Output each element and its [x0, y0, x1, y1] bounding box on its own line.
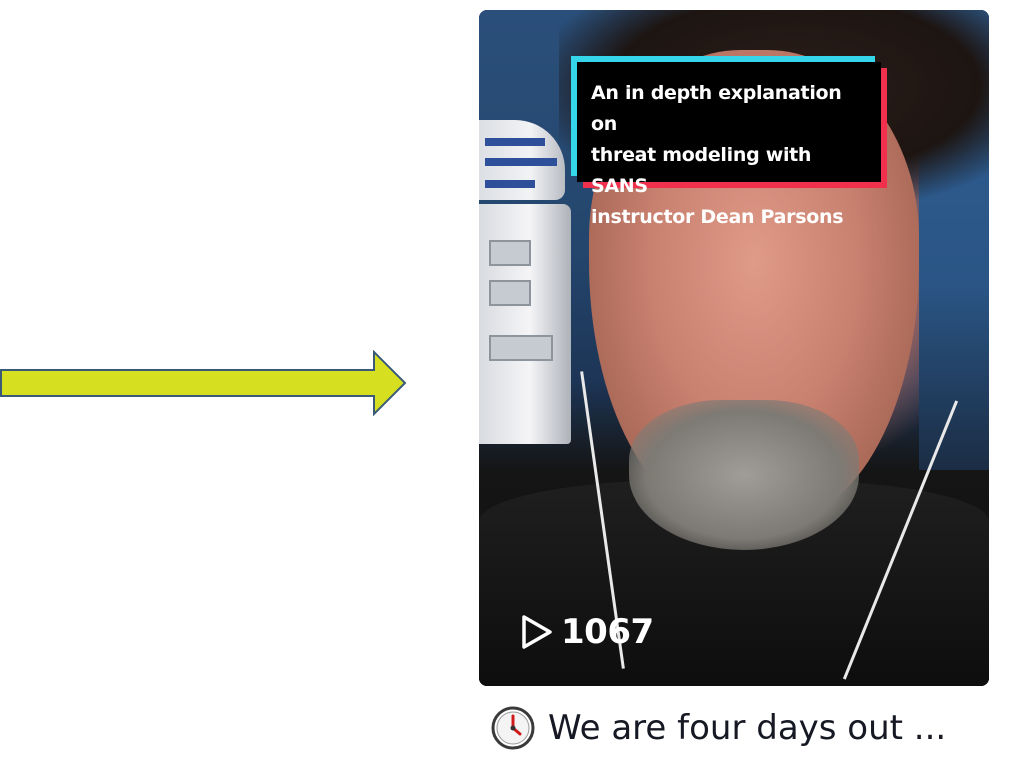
view-count-number: 1067: [561, 612, 654, 652]
stopwatch-icon: [491, 706, 535, 750]
play-outline-icon: [522, 615, 552, 649]
video-title-text: We are four days out ...: [548, 708, 947, 748]
caption-line-1: An in depth explanation on: [591, 82, 842, 135]
right-arrow-icon: [0, 350, 407, 416]
view-count: 1067: [519, 612, 654, 652]
caption-line-3: instructor Dean Parsons: [591, 206, 844, 228]
screenshot-canvas: An in depth explanation on threat modeli…: [0, 0, 1016, 768]
video-title-link[interactable]: We are four days out ...: [490, 700, 946, 756]
caption-line-2: threat modeling with SANS: [591, 144, 812, 197]
person-beard-image: [629, 400, 859, 550]
video-caption-overlay: An in depth explanation on threat modeli…: [571, 56, 887, 228]
video-thumbnail-card[interactable]: An in depth explanation on threat modeli…: [479, 10, 989, 686]
